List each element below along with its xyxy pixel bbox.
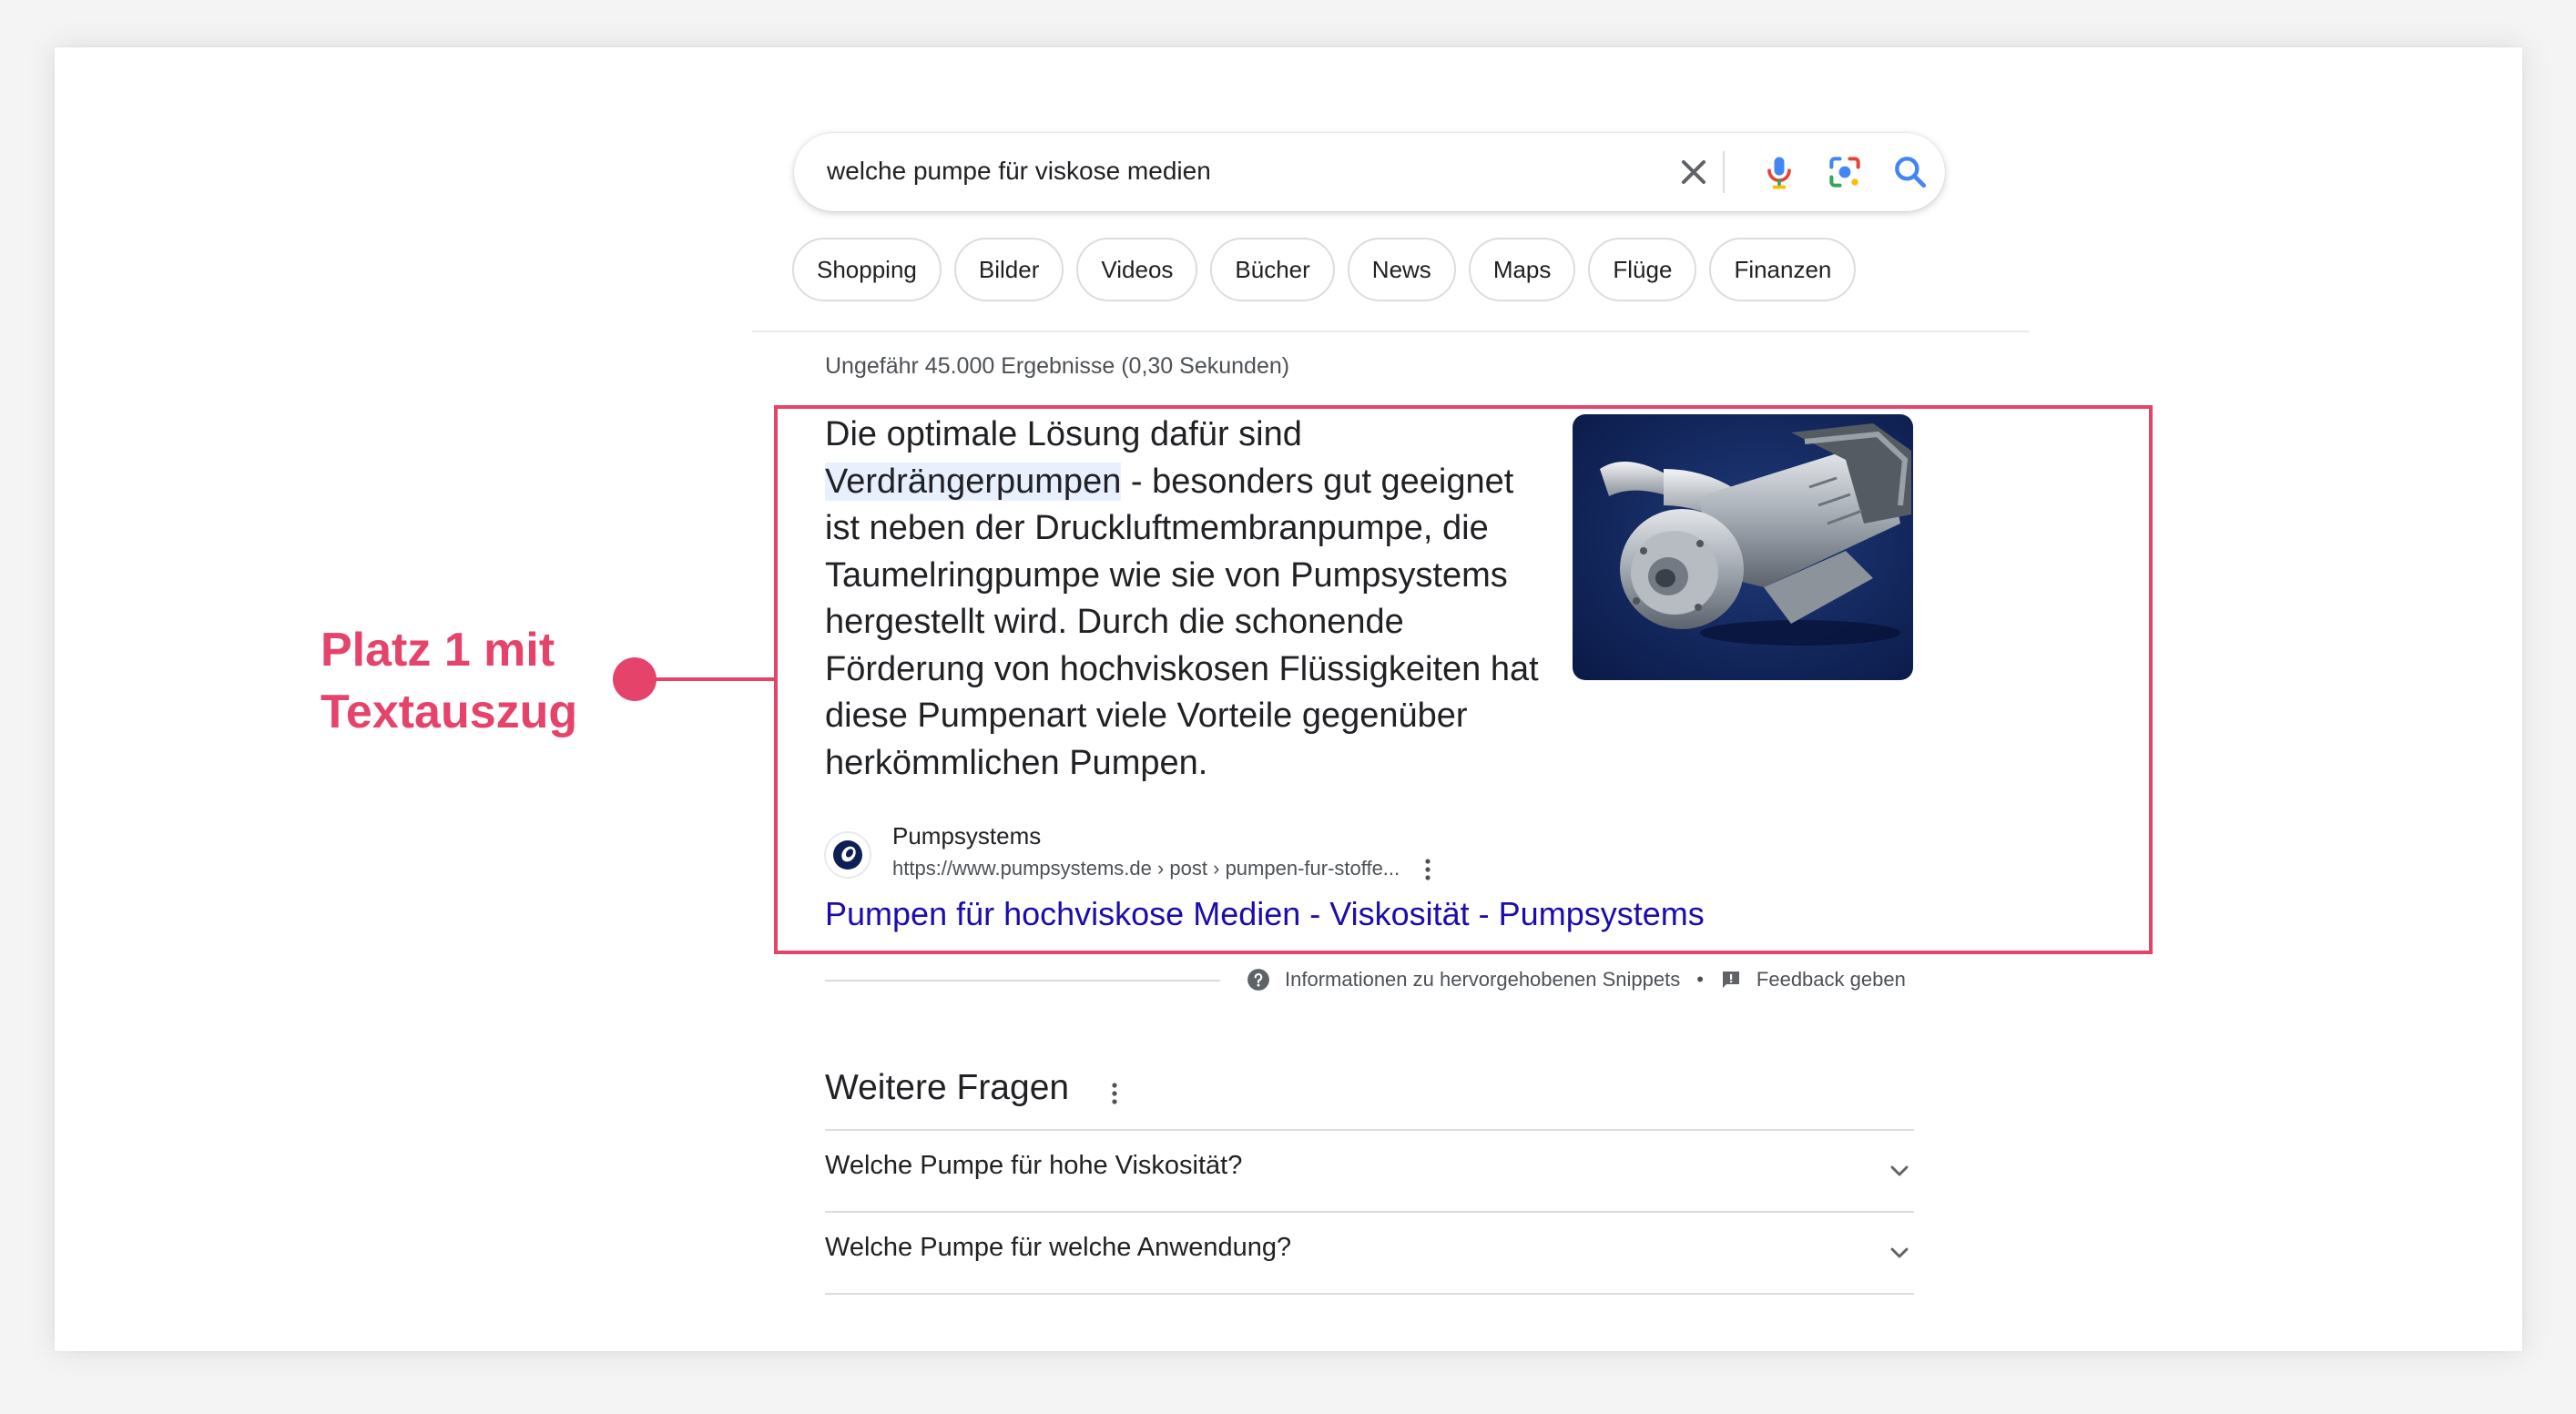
paa-question-1[interactable]: Welche Pumpe für hohe Viskosität? (825, 1131, 1914, 1211)
help-icon (1247, 969, 1269, 991)
paa-question-text: Welche Pumpe für welche Anwendung? (825, 1233, 1292, 1262)
result-site-name[interactable]: Pumpsystems (892, 822, 1041, 850)
search-box[interactable]: welche pumpe für viskose medien (794, 133, 1945, 211)
header-divider (752, 331, 2029, 332)
clear-icon[interactable] (1674, 152, 1714, 192)
lens-icon[interactable] (1825, 152, 1865, 192)
annotation-label: Platz 1 mit Textauszug (321, 619, 577, 743)
chip-bilder[interactable]: Bilder (953, 238, 1064, 301)
snippet-text: Die optimale Lösung dafür sind Verdränge… (825, 412, 1544, 787)
chip-finanzen[interactable]: Finanzen (1709, 238, 1857, 301)
chip-videos[interactable]: Videos (1076, 238, 1198, 301)
snippet-footer-divider (825, 980, 1220, 982)
chip-shopping[interactable]: Shopping (792, 238, 942, 301)
annotation-dot (613, 657, 657, 701)
paa-question-text: Welche Pumpe für hohe Viskosität? (825, 1151, 1243, 1180)
annotation-line-1: Platz 1 mit (321, 624, 555, 676)
result-stats: Ungefähr 45.000 Ergebnisse (0,30 Sekunde… (825, 353, 1290, 379)
snippet-text-before: Die optimale Lösung dafür sind (825, 415, 1302, 453)
snippet-text-after: - besonders gut geeignet ist neben der D… (825, 462, 1539, 782)
chip-news[interactable]: News (1347, 238, 1456, 301)
search-filter-chips: Shopping Bilder Videos Bücher News Maps … (792, 238, 1857, 303)
pump-image[interactable] (1573, 414, 1913, 680)
snippet-highlight: Verdrängerpumpen (825, 462, 1122, 501)
footer-separator: • (1696, 968, 1704, 991)
search-divider (1723, 151, 1725, 193)
more-options-icon[interactable] (1420, 856, 1435, 883)
paa-title: Weitere Fragen (825, 1068, 1070, 1107)
site-favicon[interactable] (826, 833, 870, 877)
chip-maps[interactable]: Maps (1468, 238, 1576, 301)
annotation-line-2: Textauszug (321, 686, 578, 738)
chip-fluege[interactable]: Flüge (1588, 238, 1697, 301)
microphone-icon[interactable] (1759, 152, 1799, 192)
pumpsystems-logo-icon (833, 840, 862, 870)
chip-buecher[interactable]: Bücher (1210, 238, 1335, 301)
annotation-connector (656, 677, 776, 681)
chevron-down-icon[interactable] (1885, 1156, 1914, 1185)
feedback-icon (1722, 971, 1739, 988)
snippet-footer: Informationen zu hervorgehobenen Snippet… (1247, 965, 1906, 994)
paa-question-2[interactable]: Welche Pumpe für welche Anwendung? (825, 1213, 1914, 1293)
search-input[interactable]: welche pumpe für viskose medien (827, 153, 1211, 189)
result-title-link[interactable]: Pumpen für hochviskose Medien - Viskosit… (825, 895, 1705, 933)
search-icon[interactable] (1890, 152, 1930, 192)
chevron-down-icon[interactable] (1885, 1238, 1914, 1267)
snippet-info-link[interactable]: Informationen zu hervorgehobenen Snippet… (1285, 968, 1680, 992)
paa-more-options-icon[interactable] (1107, 1079, 1122, 1108)
feedback-link[interactable]: Feedback geben (1756, 968, 1906, 992)
result-url[interactable]: https://www.pumpsystems.de › post › pump… (892, 857, 1400, 880)
paa-divider (825, 1293, 1914, 1295)
